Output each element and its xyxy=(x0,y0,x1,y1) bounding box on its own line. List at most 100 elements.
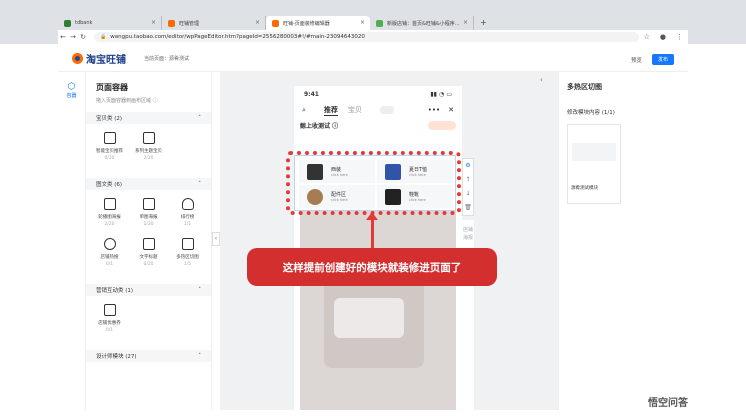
shop-name: 鲸上收测试 ⓘ xyxy=(300,122,339,130)
module-carousel[interactable]: 轮播图海报 2/20 xyxy=(90,196,129,236)
tab-label: 旺铺-页面装修编辑器 xyxy=(283,20,330,27)
back-icon[interactable]: ← xyxy=(58,33,68,41)
right-panel: 多热区切图 修改模块内容 (1/1) 源肴测试模块 xyxy=(558,72,688,410)
module-ranking[interactable]: 排行榜 1/1 xyxy=(168,196,207,236)
move-down-icon[interactable]: ↓ xyxy=(463,187,473,201)
forward-icon[interactable]: → xyxy=(68,33,78,41)
address-bar: ← → ↻ 🔒 wangpu.taobao.com/editor/wpPageEd… xyxy=(58,30,688,44)
favicon-icon xyxy=(376,19,383,27)
search-icon: ⌕ xyxy=(302,105,306,114)
left-rail: ⬡ 容器 xyxy=(58,72,86,410)
logo-text: 淘宝旺铺 xyxy=(86,55,126,66)
chevron-up-icon: ˄ xyxy=(198,353,201,359)
module-smart-goods[interactable]: 智能宝贝推荐 0/20 xyxy=(90,130,129,170)
status-bar: 9:41 ▮▮ ◔ ▭ xyxy=(304,90,452,98)
shop-row: 鲸上收测试 ⓘ xyxy=(294,118,462,132)
browser-tab-3[interactable]: 旺铺-页面装修编辑器 × xyxy=(266,16,370,30)
text-icon xyxy=(142,238,155,250)
collapse-right-button[interactable]: ‹ xyxy=(540,76,543,84)
tab-recommend[interactable]: 推荐 xyxy=(323,105,338,116)
current-page: 当前页面：源肴测试 xyxy=(144,56,190,62)
delete-icon[interactable]: 🗑 xyxy=(463,201,473,215)
rail-item-container[interactable]: ⬡ 容器 xyxy=(58,82,85,99)
favicon-icon xyxy=(168,19,175,27)
module-toolbar: ⚙ ↑ ↓ 🗑 xyxy=(462,158,474,216)
coupon-icon xyxy=(103,304,116,316)
module-thumbnail[interactable]: 源肴测试模块 xyxy=(567,124,621,204)
image-icon xyxy=(142,198,155,210)
chevron-up-icon: ˄ xyxy=(198,181,201,187)
editor-canvas: 9:41 ▮▮ ◔ ▭ ⌕ 推荐 宝贝 ••• ✕ 鲸上收测试 ⓘ xyxy=(220,72,558,410)
section-marketing: 营销互动类 (1) ˄ 店铺优惠券 0/1 xyxy=(86,284,211,342)
arrow-shaft xyxy=(371,218,374,248)
browser-tab-4[interactable]: 新版店铺：首页&旺铺&小程序… × xyxy=(370,16,474,30)
tab-label: tdbank xyxy=(75,20,93,26)
follow-button[interactable] xyxy=(428,120,456,130)
close-icon[interactable]: × xyxy=(463,19,468,26)
section-header[interactable]: 营销互动类 (1) ˄ xyxy=(86,284,211,296)
section-header[interactable]: 图文类 (6) ˄ xyxy=(86,178,211,190)
tab-goods[interactable]: 宝贝 xyxy=(348,105,362,115)
close-icon[interactable]: × xyxy=(255,19,260,26)
chevron-up-icon: ˄ xyxy=(198,287,201,293)
menu-icon[interactable]: ⋮ xyxy=(676,33,683,41)
chevron-up-icon: ˄ xyxy=(198,115,201,121)
tab-label: 新版店铺：首页&旺铺&小程序… xyxy=(387,20,460,27)
new-tab-button[interactable]: + xyxy=(480,16,487,30)
module-series-goods[interactable]: 系列主题宝贝 2/20 xyxy=(129,130,168,170)
tab-label: 旺铺管理 xyxy=(179,20,200,27)
browser-tab-1[interactable]: tdbank × xyxy=(58,16,162,30)
lock-icon: 🔒 xyxy=(100,34,107,40)
reload-icon[interactable]: ↻ xyxy=(78,33,88,41)
app-header: 淘宝旺铺 当前页面：源肴测试 预览 发布 xyxy=(58,46,688,72)
carousel-icon xyxy=(103,198,116,210)
url-text: wangpu.taobao.com/editor/wpPageEditor.ht… xyxy=(110,34,365,40)
url-field[interactable]: 🔒 wangpu.taobao.com/editor/wpPageEditor.h… xyxy=(94,32,639,42)
phone-nav: ⌕ 推荐 宝贝 ••• ✕ xyxy=(294,102,462,118)
favicon-icon xyxy=(272,19,279,27)
close-icon[interactable]: × xyxy=(151,19,156,26)
logo: 淘宝旺铺 xyxy=(72,51,126,66)
section-header[interactable]: 设计师模块 (27) ˄ xyxy=(86,350,211,362)
search-icon xyxy=(103,238,116,250)
publish-button[interactable]: 发布 xyxy=(651,54,674,65)
browser-tab-2[interactable]: 旺铺管理 × xyxy=(162,16,266,30)
close-icon[interactable]: ✕ xyxy=(448,106,454,114)
logo-icon xyxy=(72,53,83,64)
right-panel-subtitle: 修改模块内容 (1/1) xyxy=(567,110,615,116)
gear-icon[interactable]: ⚙ xyxy=(463,159,473,173)
container-panel: 页面容器 拖入页面容器到画布区域 ⓘ 宝贝类 (2) ˄ 智能宝贝推荐 0/20 系… xyxy=(86,72,212,410)
profile-icon[interactable]: ● xyxy=(660,33,666,41)
section-graphic: 图文类 (6) ˄ 轮播图海报 2/20 单图海报 1/20 排行榜 1/1 店铺热搜 0… xyxy=(86,178,211,276)
signal-icon: ▮▮ ◔ ▭ xyxy=(430,90,452,98)
favicon-icon xyxy=(64,19,71,27)
section-designer: 设计师模块 (27) ˄ xyxy=(86,350,211,362)
module-text-title[interactable]: 文字标题 0/20 xyxy=(129,236,168,276)
module-hot-search[interactable]: 店铺热搜 0/1 xyxy=(90,236,129,276)
section-header[interactable]: 宝贝类 (2) ˄ xyxy=(86,112,211,124)
trophy-icon xyxy=(181,198,194,210)
watermark: 悟空问答 xyxy=(648,398,688,409)
cube-icon: ⬡ xyxy=(67,82,76,92)
module-coupon[interactable]: 店铺优惠券 0/1 xyxy=(90,302,129,342)
module-hotspot[interactable]: 多热区切图 1/5 xyxy=(168,236,207,276)
panel-hint: 拖入页面容器到画布区域 ⓘ xyxy=(96,98,158,104)
close-icon[interactable]: × xyxy=(360,19,365,26)
move-up-icon[interactable]: ↑ xyxy=(463,173,473,187)
section-goods: 宝贝类 (2) ˄ 智能宝贝推荐 0/20 系列主题宝贝 2/20 xyxy=(86,112,211,170)
preview-button[interactable]: 预览 xyxy=(631,56,642,64)
series-icon xyxy=(142,132,155,144)
star-icon[interactable]: ☆ xyxy=(644,33,650,41)
browser-chrome: tdbank × 旺铺管理 × 旺铺-页面装修编辑器 × 新版店铺：首页&旺铺&小程序… xyxy=(0,0,746,44)
module-single-poster[interactable]: 单图海报 1/20 xyxy=(129,196,168,236)
collapse-left-button[interactable]: ‹ xyxy=(212,232,220,246)
highlight-outline xyxy=(286,151,461,215)
rail-label: 容器 xyxy=(66,93,77,99)
hotspot-icon xyxy=(181,238,194,250)
callout-box: 这样提前创建好的模块就装修进页面了 xyxy=(247,248,497,286)
goods-icon xyxy=(103,132,116,144)
panel-title: 页面容器 xyxy=(96,83,128,92)
right-panel-title: 多热区切图 xyxy=(567,83,602,91)
tab-placeholder xyxy=(379,106,394,114)
more-icon[interactable]: ••• xyxy=(428,106,440,114)
